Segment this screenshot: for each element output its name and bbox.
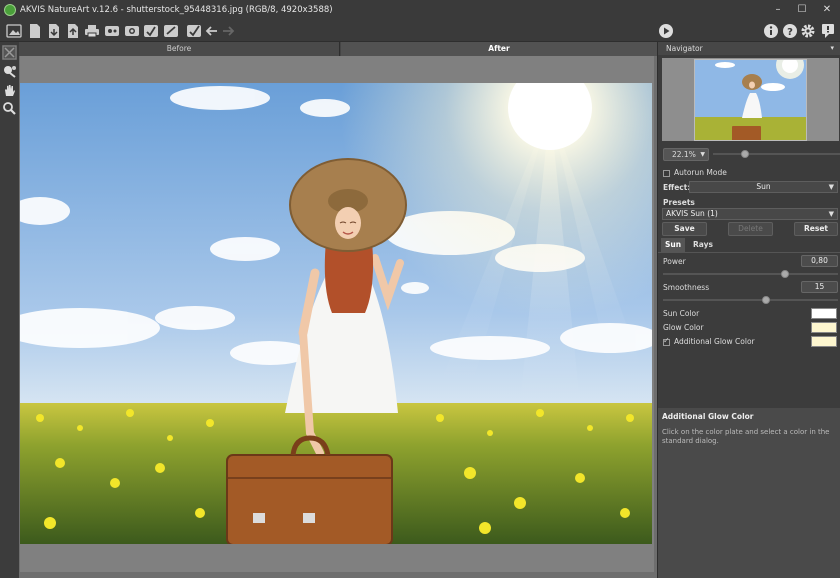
tab-after[interactable]: After xyxy=(341,42,657,56)
chevron-down-icon: ▼ xyxy=(828,210,834,218)
svg-text:?: ? xyxy=(787,27,793,38)
chevron-down-icon: ▼ xyxy=(700,151,705,158)
minimize-button[interactable]: – xyxy=(766,2,790,18)
tab-sun[interactable]: Sun xyxy=(661,238,685,252)
settings-icon[interactable] xyxy=(124,23,140,39)
smoothness-value[interactable]: 15 xyxy=(801,281,838,293)
toolbar: ? xyxy=(0,20,840,42)
power-slider[interactable] xyxy=(663,273,838,275)
zoom-slider-handle[interactable] xyxy=(741,150,749,158)
run-icon[interactable] xyxy=(658,23,674,39)
sun-color-swatch[interactable] xyxy=(811,308,837,319)
navigator-header: Navigator ▾ xyxy=(658,42,840,55)
window-title: AKVIS NatureArt v.12.6 - shutterstock_95… xyxy=(20,5,333,15)
plugin-icon[interactable] xyxy=(186,23,202,39)
crop-icon[interactable] xyxy=(2,45,17,60)
glow-color-label: Glow Color xyxy=(663,323,704,332)
help-panel: Additional Glow Color Click on the color… xyxy=(658,408,840,578)
additional-glow-color-swatch[interactable] xyxy=(811,336,837,347)
navigator-thumbnail[interactable] xyxy=(694,59,807,141)
help-icon[interactable]: ? xyxy=(782,23,798,39)
sun-color-label: Sun Color xyxy=(663,309,700,318)
glow-color-swatch[interactable] xyxy=(811,322,837,333)
power-slider-handle[interactable] xyxy=(781,270,789,278)
view-tabs: Before After xyxy=(19,42,657,56)
tab-before[interactable]: Before xyxy=(19,42,340,56)
maximize-button[interactable]: ☐ xyxy=(790,2,814,18)
additional-glow-label: Additional Glow Color xyxy=(674,337,755,346)
save-icon[interactable] xyxy=(46,23,62,39)
zoom-slider[interactable] xyxy=(713,153,840,155)
preferences-icon[interactable] xyxy=(800,23,816,39)
divider xyxy=(658,252,840,253)
presets-dropdown[interactable]: AKVIS Sun (1) ▼ xyxy=(662,208,838,220)
print-icon[interactable] xyxy=(84,23,100,39)
presets-label: Presets xyxy=(663,198,695,207)
autorun-checkbox[interactable] xyxy=(663,170,670,177)
preset-value: AKVIS Sun (1) xyxy=(666,209,718,218)
power-label: Power xyxy=(663,257,686,266)
close-button[interactable]: ✕ xyxy=(815,2,839,18)
smoothness-slider-handle[interactable] xyxy=(762,296,770,304)
chevron-down-icon: ▼ xyxy=(828,183,834,191)
open-image-icon[interactable] xyxy=(6,23,22,39)
right-panel: Navigator ▾ 22.1% ▼ Autorun Mode Effect: xyxy=(657,42,840,578)
main-image[interactable] xyxy=(20,83,652,544)
smoothness-slider[interactable] xyxy=(663,299,838,301)
autorun-label: Autorun Mode xyxy=(674,168,727,177)
presets-icon[interactable] xyxy=(163,23,179,39)
effect-value: Sun xyxy=(756,182,771,191)
smoothness-label: Smoothness xyxy=(663,283,710,292)
title-bar: AKVIS NatureArt v.12.6 - shutterstock_95… xyxy=(0,0,840,20)
batch-icon[interactable] xyxy=(143,23,159,39)
tools-panel xyxy=(0,42,19,578)
save-preset-button[interactable]: Save xyxy=(662,222,707,236)
new-file-icon[interactable] xyxy=(27,23,43,39)
delete-preset-button[interactable]: Delete xyxy=(728,222,773,236)
tab-rays[interactable]: Rays xyxy=(688,238,718,252)
power-value[interactable]: 0,80 xyxy=(801,255,838,267)
hand-icon[interactable] xyxy=(2,83,17,98)
help-title: Additional Glow Color xyxy=(662,412,754,421)
app-logo-icon xyxy=(4,4,16,16)
notifications-icon[interactable] xyxy=(820,23,836,39)
info-icon[interactable] xyxy=(763,23,779,39)
redo-icon[interactable] xyxy=(220,23,236,39)
effect-label: Effect: xyxy=(663,183,691,192)
panel-menu-icon[interactable]: ▾ xyxy=(830,42,834,55)
zoom-dropdown[interactable]: 22.1% ▼ xyxy=(663,148,709,161)
export-icon[interactable] xyxy=(65,23,81,39)
reset-button[interactable]: Reset xyxy=(794,222,838,236)
undo-icon[interactable] xyxy=(204,23,220,39)
zoom-icon[interactable] xyxy=(2,101,17,116)
navigator-title: Navigator xyxy=(666,44,703,53)
navigator-preview[interactable] xyxy=(662,58,839,141)
effect-dropdown[interactable]: Sun ▼ xyxy=(689,181,838,193)
canvas-area[interactable] xyxy=(19,56,657,578)
zoom-value: 22.1% xyxy=(672,150,696,159)
effect-area-icon[interactable] xyxy=(2,64,17,79)
additional-glow-checkbox[interactable] xyxy=(663,336,670,346)
share-icon[interactable] xyxy=(104,23,120,39)
help-text: Click on the color plate and select a co… xyxy=(662,428,830,445)
